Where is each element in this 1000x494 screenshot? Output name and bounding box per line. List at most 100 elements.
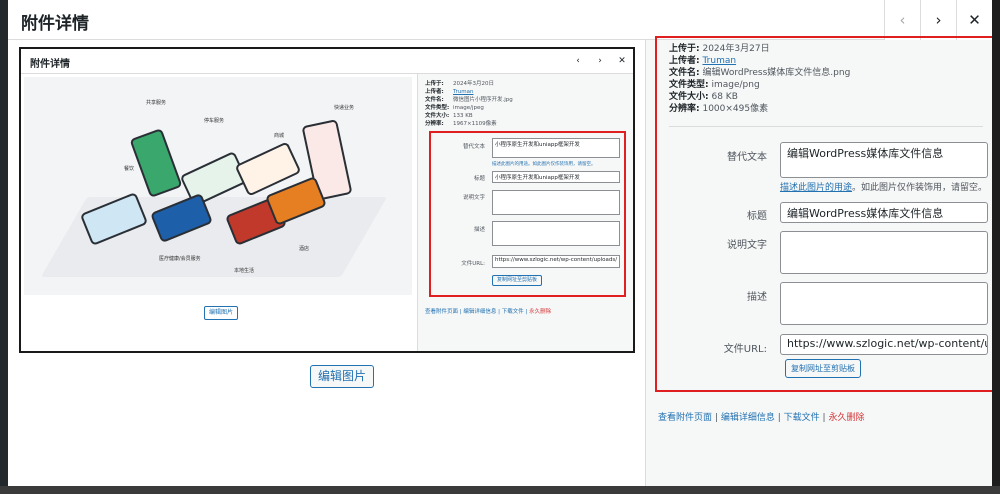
inner-file-type: image/jpeg: [453, 105, 484, 111]
label-hotel: 酒店: [299, 246, 310, 252]
modal-header: 附件详情 ‹ › ✕: [8, 0, 992, 40]
file-size-label: 文件大小:: [669, 92, 709, 102]
inner-alt-field: 小程序原生开发和uniapp框架开发: [492, 138, 620, 158]
alt-text-field[interactable]: 编辑WordPress媒体库文件信息: [780, 142, 988, 178]
inner-meta: 上传于: 2024年3月20日 上传者: Truman 文件名: 微信图片小程序开发.…: [425, 80, 513, 128]
attachment-actions: 查看附件页面 | 编辑详细信息 | 下载文件 | 永久删除: [658, 410, 864, 423]
image-preview: 附件详情 ‹ › ✕ 共享服务 停车服务 商城 快递业务 餐饮 医疗健康/会员服…: [19, 47, 635, 353]
inner-copy-button: 复制网址至剪贴板: [492, 275, 543, 286]
inner-uploaded-by-label: 上传者:: [425, 89, 444, 95]
attachment-details-modal: 附件详情 ‹ › ✕ 附件详情 ‹ › ✕ 共享服务 停车服务 商城 快递业务 …: [8, 0, 992, 486]
inner-edit-image-button: 编辑图片: [204, 306, 239, 320]
copy-url-button[interactable]: 复制网址至剪贴板: [785, 359, 861, 378]
uploaded-on-label: 上传于:: [669, 44, 700, 54]
inner-file-name-label: 文件名:: [425, 97, 444, 103]
previous-button[interactable]: ‹: [884, 0, 920, 40]
inner-file-type-label: 文件类型:: [425, 105, 450, 111]
caption-field[interactable]: [780, 231, 988, 274]
alt-text-help-text: 。如此图片仅作装饰用，请留空。: [852, 183, 988, 193]
phone-shared: [129, 128, 183, 198]
label-shared: 共享服务: [146, 100, 167, 106]
description-field[interactable]: [780, 282, 988, 325]
title-field[interactable]: 编辑WordPress媒体库文件信息: [780, 202, 988, 223]
inner-file-size-label: 文件大小:: [425, 113, 450, 119]
attachment-info-sidebar: 上传于: 2024年3月27日 上传者: Truman 文件名: 编辑WordP…: [645, 36, 992, 486]
alt-text-label: 替代文本: [727, 152, 767, 163]
separator: |: [822, 413, 826, 423]
inner-uploaded-on-label: 上传于:: [425, 81, 444, 87]
inner-header: 附件详情 ‹ › ✕: [21, 49, 633, 74]
title-label: 标题: [747, 211, 767, 222]
chevron-left-icon: ‹: [899, 11, 906, 29]
label-parking: 停车服务: [204, 118, 225, 124]
file-type-label: 文件类型:: [669, 80, 709, 90]
inner-caption-label: 说明文字: [462, 195, 485, 201]
inner-title-field: 小程序原生开发和uniapp框架开发: [492, 171, 620, 183]
background-strip: [0, 486, 1000, 494]
uploaded-by-link[interactable]: Truman: [702, 56, 736, 66]
download-file-link[interactable]: 下载文件: [784, 413, 820, 423]
uploaded-on-value: 2024年3月27日: [702, 44, 770, 54]
edit-details-link[interactable]: 编辑详细信息: [721, 413, 775, 423]
inner-dimensions: 1967×1109像素: [453, 121, 497, 127]
inner-dimensions-label: 分辨率:: [425, 121, 444, 127]
label-dining: 餐饮: [124, 166, 135, 172]
inner-uploaded-by: Truman: [453, 89, 474, 95]
label-express: 快递业务: [334, 105, 355, 111]
alt-text-help: 描述此图片的用途。如此图片仅作装饰用，请留空。: [780, 180, 987, 193]
chevron-right-icon: ›: [935, 11, 942, 29]
divider: [669, 126, 983, 127]
inner-desc-field: [492, 221, 620, 246]
uploaded-by-label: 上传者:: [669, 56, 700, 66]
inner-title: 附件详情: [30, 59, 70, 70]
inner-sidebar: 上传于: 2024年3月20日 上传者: Truman 文件名: 微信图片小程序开发.…: [417, 74, 633, 351]
delete-permanently-link[interactable]: 永久删除: [828, 413, 864, 423]
screenshot-image: 附件详情 ‹ › ✕ 共享服务 停车服务 商城 快递业务 餐饮 医疗健康/会员服…: [21, 49, 633, 351]
next-button[interactable]: ›: [920, 0, 956, 40]
dimensions-value: 1000×495像素: [702, 104, 769, 114]
label-mall: 商城: [274, 133, 285, 139]
close-button[interactable]: ✕: [956, 0, 992, 40]
label-local: 本地生活: [234, 268, 255, 274]
separator: |: [714, 413, 718, 423]
inner-actions: 查看附件页面 | 编辑详细信息 | 下载文件 | 永久删除: [425, 309, 552, 315]
inner-view-link: 查看附件页面: [425, 309, 459, 315]
inner-file-size: 133 KB: [453, 113, 473, 119]
alt-text-help-link[interactable]: 描述此图片的用途: [780, 183, 852, 193]
inner-prev-icon: ‹: [576, 56, 580, 66]
file-name-label: 文件名:: [669, 68, 700, 78]
file-url-field[interactable]: https://www.szlogic.net/wp-content/uploa…: [780, 334, 988, 355]
inner-alt-label: 替代文本: [462, 144, 485, 150]
file-url-label: 文件URL:: [723, 344, 767, 355]
inner-close-icon: ✕: [618, 56, 626, 66]
inner-alt-help: 描述此图片的用途。如此图片仅作装饰用，请留空。: [492, 162, 596, 167]
highlight-box: 上传于: 2024年3月27日 上传者: Truman 文件名: 编辑WordP…: [655, 36, 992, 392]
file-size-value: 68 KB: [711, 92, 738, 102]
edit-image-button[interactable]: 编辑图片: [310, 365, 375, 388]
description-label: 描述: [747, 292, 767, 303]
view-attachment-link[interactable]: 查看附件页面: [658, 413, 712, 423]
inner-desc-label: 描述: [473, 227, 485, 233]
separator: |: [777, 413, 781, 423]
inner-url-field: https://www.szlogic.net/wp-content/uploa…: [492, 255, 620, 268]
attachment-media-view: 附件详情 ‹ › ✕ 共享服务 停车服务 商城 快递业务 餐饮 医疗健康/会员服…: [8, 40, 645, 486]
dimensions-label: 分辨率:: [669, 104, 700, 114]
file-details: 上传于: 2024年3月27日 上传者: Truman 文件名: 编辑WordP…: [669, 43, 850, 115]
inner-delete-link: 永久删除: [529, 309, 552, 315]
caption-label: 说明文字: [727, 240, 767, 251]
close-icon: ✕: [968, 11, 981, 29]
inner-url-label: 文件URL:: [461, 261, 485, 267]
inner-download-link: 下载文件: [501, 309, 524, 315]
file-type-value: image/png: [711, 80, 760, 90]
inner-file-name: 微信图片小程序开发.jpg: [453, 97, 513, 103]
file-name-value: 编辑WordPress媒体库文件信息.png: [702, 68, 851, 78]
inner-highlight-box: 替代文本 小程序原生开发和uniapp框架开发 描述此图片的用途。如此图片仅作装…: [429, 131, 626, 297]
inner-uploaded-on: 2024年3月20日: [453, 81, 494, 87]
modal-title: 附件详情: [21, 14, 89, 34]
label-health: 医疗健康/会员服务: [159, 256, 201, 262]
inner-edit-link: 编辑详细信息: [463, 309, 497, 315]
inner-caption-field: [492, 190, 620, 215]
mini-program-illustration: 共享服务 停车服务 商城 快递业务 餐饮 医疗健康/会员服务 本地生活 酒店: [24, 77, 412, 295]
inner-next-icon: ›: [598, 56, 602, 66]
inner-title-label: 标题: [473, 176, 485, 182]
